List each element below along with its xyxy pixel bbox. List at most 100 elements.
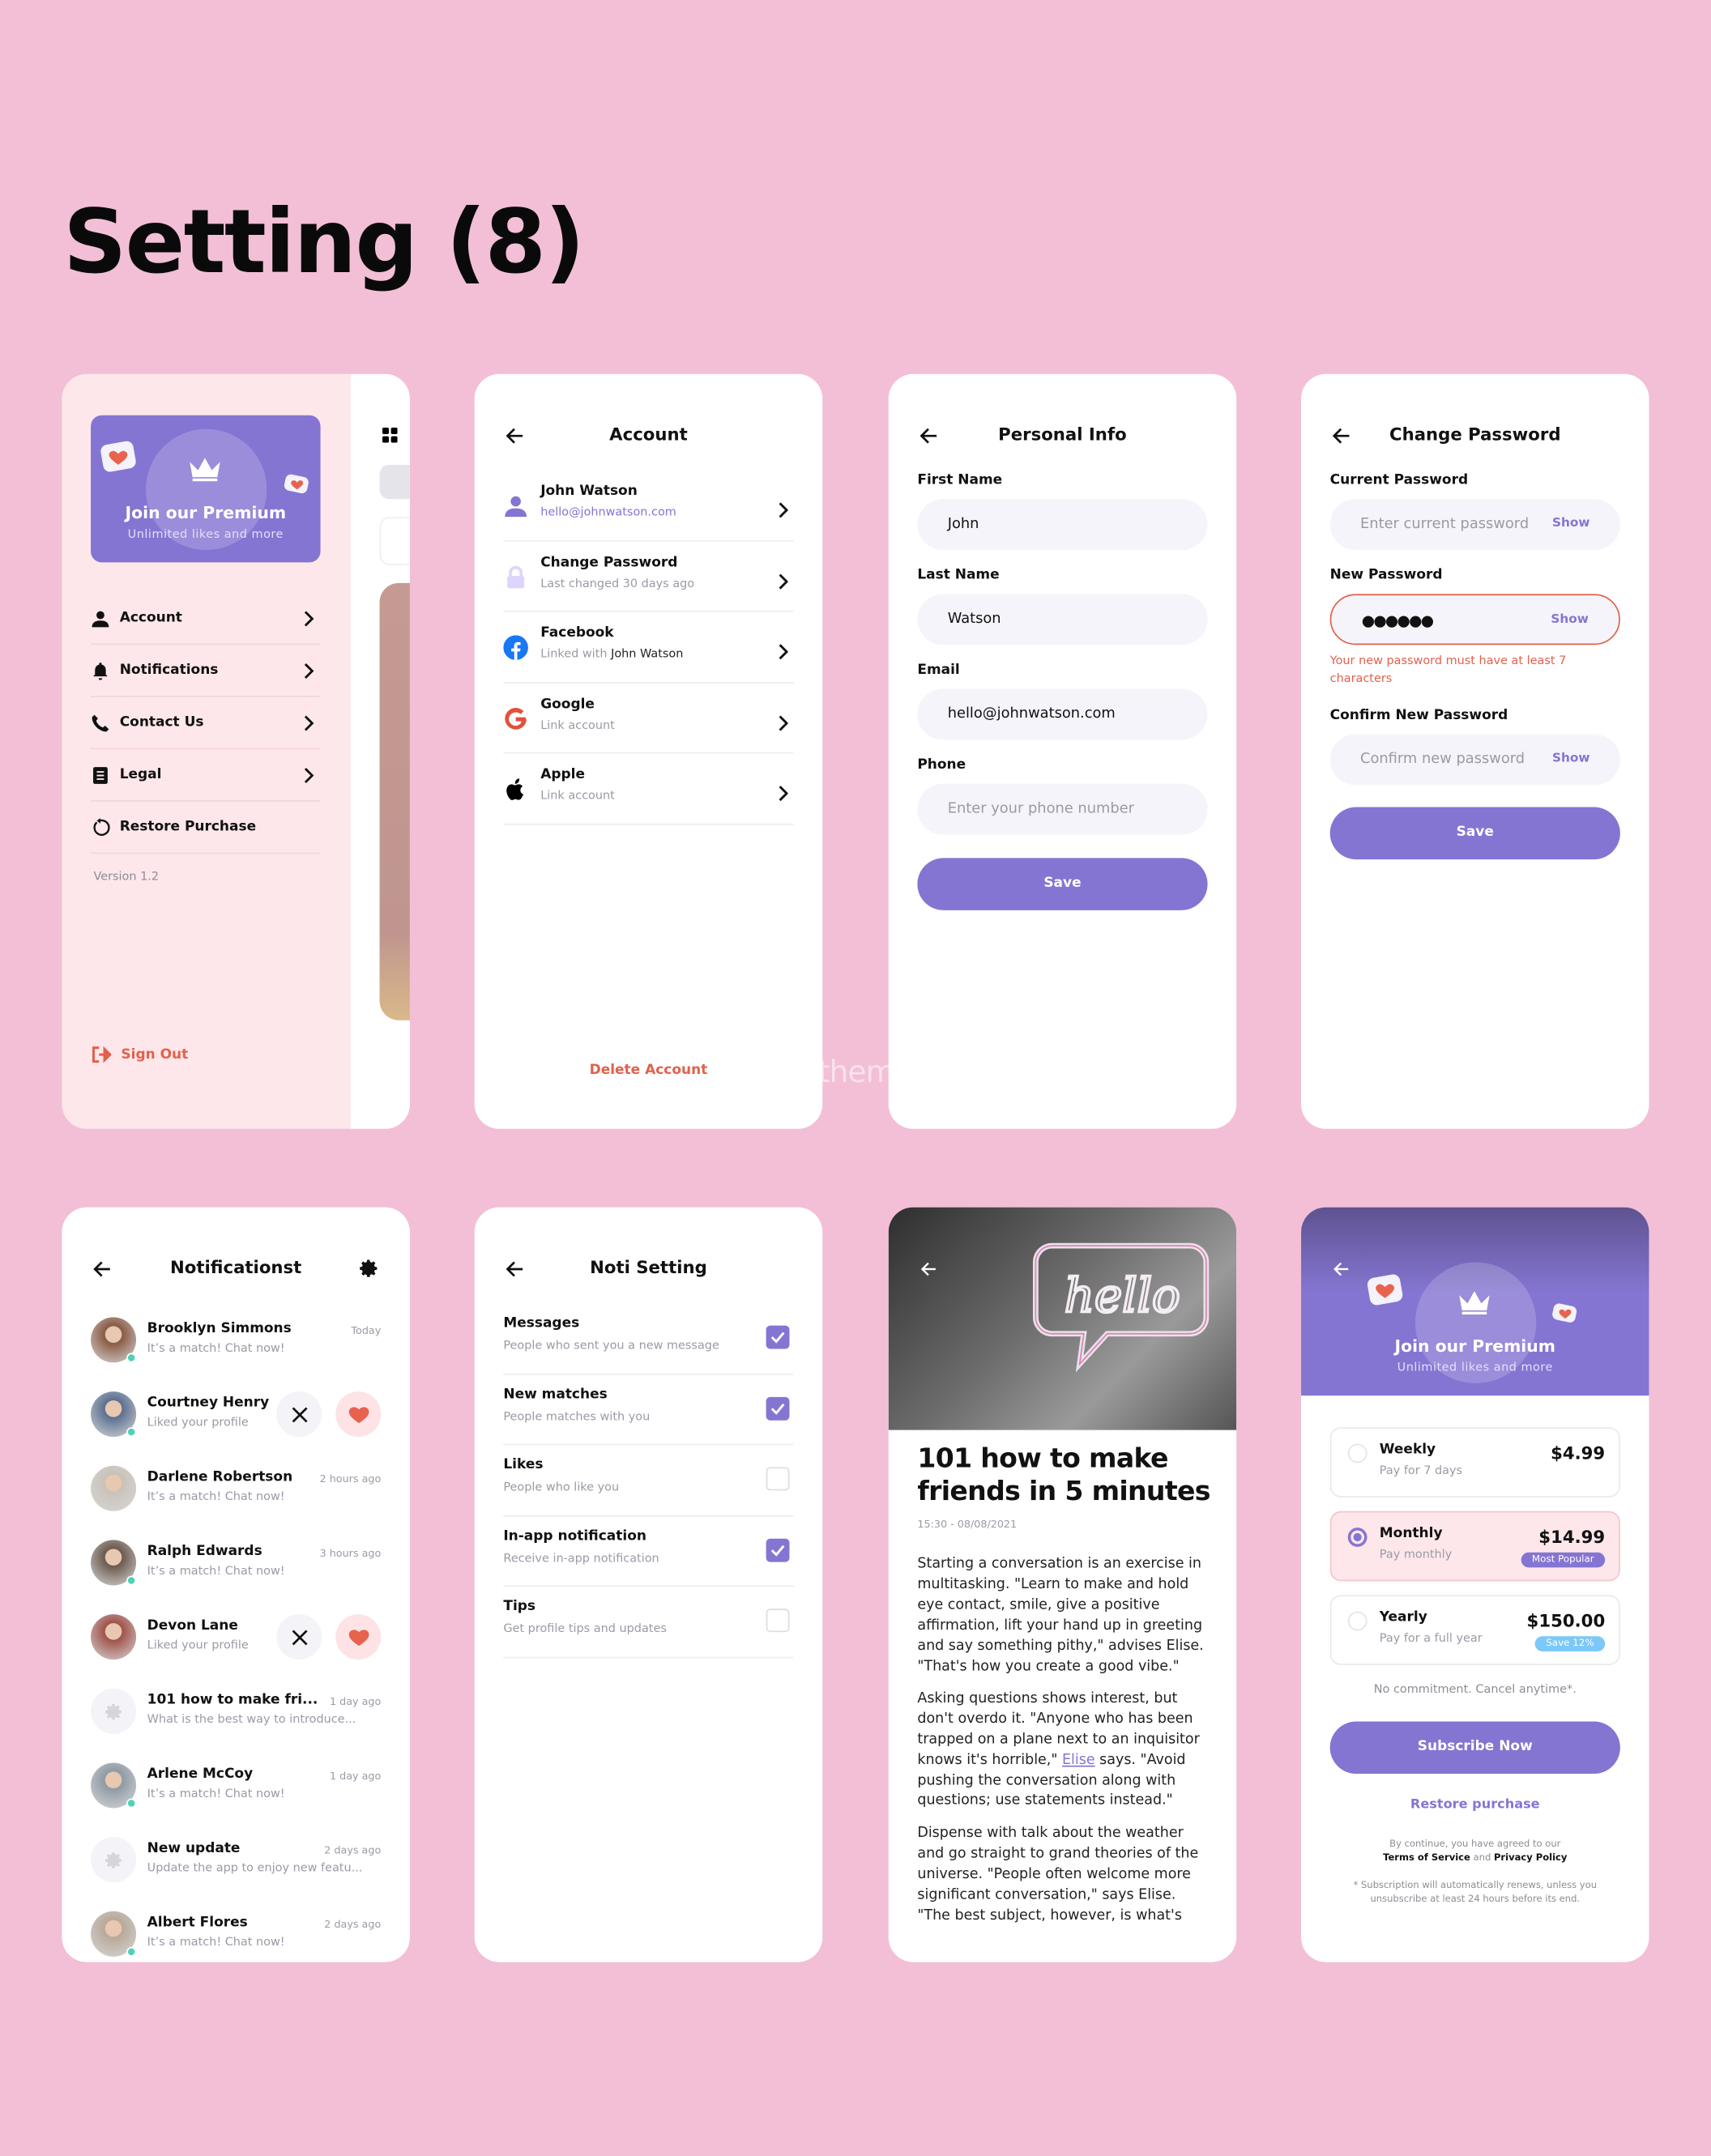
account-row-apple[interactable]: Apple Link account <box>503 753 794 824</box>
checkbox[interactable] <box>766 1396 790 1420</box>
subscribe-now-button[interactable]: Subscribe Now <box>1329 1721 1620 1775</box>
account-row-google[interactable]: Google Link account <box>503 683 794 754</box>
sign-out-label: Sign Out <box>121 1046 189 1063</box>
chevron-right-icon <box>777 781 789 802</box>
radio-button[interactable] <box>1347 1528 1368 1547</box>
menu-item-contact-us[interactable]: Contact Us <box>91 697 321 750</box>
author-link[interactable]: Elise <box>1062 1751 1095 1767</box>
online-indicator <box>126 1353 137 1363</box>
menu-item-account[interactable]: Account <box>91 593 321 646</box>
phone-input[interactable]: Enter your phone number <box>917 783 1208 835</box>
system-notification-icon <box>91 1688 137 1734</box>
menu-item-legal[interactable]: Legal <box>91 749 321 802</box>
premium-tab[interactable] <box>379 517 410 565</box>
article-screen: hello 101 how to make friends in 5 minut… <box>888 1207 1237 1962</box>
plan-name: Monthly <box>1379 1526 1443 1542</box>
sign-out-button[interactable]: Sign Out <box>92 1046 188 1063</box>
back-arrow-icon[interactable] <box>919 1259 938 1279</box>
row-subtitle-text: Link account <box>540 718 615 733</box>
avatar <box>91 1465 137 1511</box>
notification-item[interactable]: Brooklyn Simmons It’s a match! Chat now! T… <box>91 1317 381 1391</box>
current-password-input[interactable]: Enter current password Show <box>1329 499 1620 551</box>
row-title: John Watson <box>540 484 638 500</box>
save-button[interactable]: Save <box>917 858 1208 910</box>
account-row-change-password[interactable]: Change Password Last changed 30 days ago <box>503 541 794 612</box>
row-subtitle: Last changed 30 days ago <box>540 577 694 590</box>
restore-purchase-link[interactable]: Restore purchase <box>1301 1797 1649 1813</box>
menu-item-label: Account <box>119 610 182 626</box>
plan-option-weekly[interactable]: Weekly Pay for 7 days $4.99 <box>1329 1427 1620 1498</box>
article-paragraph: Starting a conversation is an exercise i… <box>917 1555 1204 1675</box>
notification-time: 1 day ago <box>329 1695 382 1708</box>
notification-item[interactable]: Darlene Robertson It’s a match! Chat now!… <box>91 1465 381 1540</box>
checkbox[interactable] <box>766 1467 790 1491</box>
back-arrow-icon[interactable] <box>1331 1259 1350 1279</box>
grid-icon[interactable] <box>382 427 398 443</box>
confirm-password-input[interactable]: Confirm new password Show <box>1329 734 1620 786</box>
row-title: Change Password <box>540 555 678 570</box>
setting-row-messages: Messages People who sent you a new messag… <box>503 1303 794 1374</box>
radio-button[interactable] <box>1347 1443 1368 1464</box>
facebook-icon <box>503 635 528 660</box>
notification-title: Brooklyn Simmons <box>147 1321 292 1337</box>
article-title: 101 how to make friends in 5 minutes <box>917 1442 1210 1507</box>
notification-text: It’s a match! Chat now! <box>147 1490 285 1505</box>
save-button[interactable]: Save <box>1329 807 1620 860</box>
setting-title: Likes <box>503 1457 544 1473</box>
check-icon <box>770 1403 785 1415</box>
radio-button[interactable] <box>1347 1611 1368 1631</box>
row-title: Facebook <box>540 625 614 641</box>
terms-of-service-link[interactable]: Terms of Service <box>1383 1851 1470 1863</box>
row-subtitle: hello@johnwatson.com <box>540 506 676 520</box>
notification-item[interactable]: Ralph Edwards It’s a match! Chat now! 3 ho… <box>91 1540 381 1614</box>
profile-tab[interactable] <box>379 464 410 500</box>
gear-icon <box>105 1702 121 1719</box>
notification-time: Today <box>351 1323 382 1337</box>
plan-option-yearly[interactable]: Yearly Pay for a full year $150.00 Save 12% <box>1329 1595 1620 1665</box>
plan-description: Pay for 7 days <box>1379 1464 1463 1479</box>
checkbox[interactable] <box>766 1537 790 1562</box>
new-password-label: New Password <box>1329 568 1443 583</box>
notification-text: Liked your profile <box>147 1416 249 1430</box>
premium-subtitle: Unlimited likes and more <box>127 527 284 542</box>
heart-bubble-icon <box>100 441 136 472</box>
show-password-button[interactable]: Show <box>1552 499 1590 550</box>
menu-item-restore-purchase[interactable]: Restore Purchase <box>91 802 321 854</box>
show-password-button[interactable]: Show <box>1551 595 1589 646</box>
system-notification-icon <box>91 1837 137 1883</box>
notification-item[interactable]: New update Update the app to enjoy new fe… <box>91 1837 381 1911</box>
new-password-input[interactable]: ●●●●●● Show <box>1329 594 1620 646</box>
dismiss-button[interactable] <box>276 1614 322 1660</box>
email-input[interactable]: hello@johnwatson.com <box>917 688 1208 740</box>
setting-subtitle: People who like you <box>503 1481 620 1495</box>
plan-badge: Save 12% <box>1534 1636 1606 1651</box>
notification-item[interactable]: Courtney Henry Liked your profile <box>91 1391 382 1466</box>
dismiss-button[interactable] <box>276 1391 322 1438</box>
first-name-input[interactable]: John <box>917 499 1208 551</box>
like-back-button[interactable] <box>335 1614 382 1660</box>
menu-item-label: Legal <box>119 767 162 782</box>
notification-item[interactable]: Arlene McCoy It’s a match! Chat now! 1 day… <box>91 1762 381 1837</box>
notification-item[interactable]: 101 how to make fri... What is the best w… <box>91 1688 382 1763</box>
online-indicator <box>126 1427 137 1438</box>
article-paragraph: Dispense with talk about the weather and… <box>917 1824 1199 1924</box>
privacy-policy-link[interactable]: Privacy Policy <box>1494 1851 1567 1863</box>
account-row-facebook[interactable]: Facebook Linked with John Watson <box>503 611 794 683</box>
account-row-john-watson[interactable]: John Watson hello@johnwatson.com <box>503 471 794 542</box>
checkbox[interactable] <box>766 1608 790 1633</box>
google-icon <box>503 706 528 731</box>
last-name-input[interactable]: Watson <box>917 594 1208 646</box>
online-indicator <box>126 1946 137 1957</box>
menu-item-notifications[interactable]: Notifications <box>91 645 321 697</box>
row-subtitle-text: Linked with <box>540 647 608 662</box>
gear-icon[interactable] <box>359 1258 379 1278</box>
premium-banner[interactable]: Join our Premium Unlimited likes and mor… <box>91 415 321 563</box>
notification-item[interactable]: Albert Flores It’s a match! Chat now! 2 da… <box>91 1911 381 1962</box>
plan-option-monthly[interactable]: Monthly Pay monthly $14.99 Most Popular <box>1329 1510 1620 1582</box>
like-back-button[interactable] <box>335 1391 382 1438</box>
document-icon <box>91 765 110 785</box>
notification-item[interactable]: Devon Lane Liked your profile <box>91 1614 382 1689</box>
checkbox[interactable] <box>766 1325 790 1349</box>
chevron-right-icon <box>301 715 315 731</box>
show-password-button[interactable]: Show <box>1552 735 1590 786</box>
